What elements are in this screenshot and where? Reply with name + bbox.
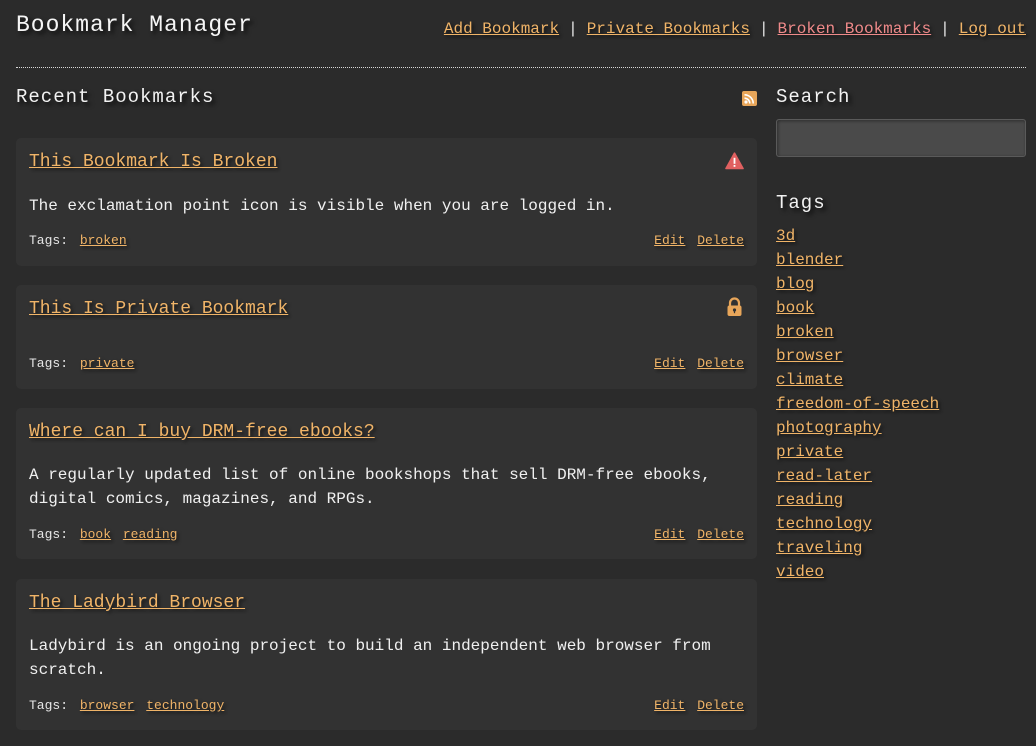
bookmark-tags: Tags: broken <box>29 233 127 248</box>
list-item: freedom-of-speech <box>776 392 939 416</box>
bookmark-actions: Edit Delete <box>650 356 744 371</box>
tags-label: Tags: <box>29 356 69 371</box>
bookmark-title-link[interactable]: The Ladybird Browser <box>29 593 245 613</box>
tag-link[interactable]: blender <box>776 251 843 269</box>
bookmark-tags: Tags: browser technology <box>29 698 224 713</box>
bookmark-card: Where can I buy DRM-free ebooks? A regul… <box>16 408 757 559</box>
tags-heading: Tags <box>776 192 826 214</box>
tag-link[interactable]: reading <box>776 491 843 509</box>
tag-link[interactable]: traveling <box>776 539 862 557</box>
tag-list: 3d blender blog book broken browser clim… <box>776 224 939 584</box>
tag-link[interactable]: browser <box>776 347 843 365</box>
list-item: blender <box>776 248 939 272</box>
list-item: photography <box>776 416 939 440</box>
bookmark-card: This Is Private Bookmark Tags: private E… <box>16 285 757 389</box>
list-item: browser <box>776 344 939 368</box>
edit-link[interactable]: Edit <box>654 233 685 248</box>
delete-link[interactable]: Delete <box>697 356 744 371</box>
add-bookmark-link[interactable]: Add Bookmark <box>444 20 559 38</box>
top-nav: Add Bookmark | Private Bookmarks | Broken Bo… <box>444 20 1026 38</box>
tag-link[interactable]: photography <box>776 419 882 437</box>
search-input[interactable] <box>776 119 1026 157</box>
bookmark-tags: Tags: book reading <box>29 527 177 542</box>
list-item: climate <box>776 368 939 392</box>
list-item: read-later <box>776 464 939 488</box>
tag-link[interactable]: read-later <box>776 467 872 485</box>
bookmark-title-link[interactable]: This Is Private Bookmark <box>29 299 288 319</box>
list-item: 3d <box>776 224 939 248</box>
tag-link[interactable]: video <box>776 563 824 581</box>
list-item: book <box>776 296 939 320</box>
list-item: technology <box>776 512 939 536</box>
lock-icon <box>725 297 744 316</box>
delete-link[interactable]: Delete <box>697 527 744 542</box>
bookmark-card: The Ladybird Browser Ladybird is an ongo… <box>16 579 757 730</box>
bookmark-title-link[interactable]: This Bookmark Is Broken <box>29 152 277 172</box>
tag-link[interactable]: blog <box>776 275 814 293</box>
delete-link[interactable]: Delete <box>697 698 744 713</box>
bookmark-title-link[interactable]: Where can I buy DRM-free ebooks? <box>29 422 375 442</box>
tag-link[interactable]: browser <box>80 698 135 713</box>
warning-icon <box>725 152 744 170</box>
tag-link[interactable]: book <box>776 299 814 317</box>
bookmark-actions: Edit Delete <box>650 527 744 542</box>
list-item: broken <box>776 320 939 344</box>
edit-link[interactable]: Edit <box>654 698 685 713</box>
logout-link[interactable]: Log out <box>959 20 1026 38</box>
tag-link[interactable]: climate <box>776 371 843 389</box>
delete-link[interactable]: Delete <box>697 233 744 248</box>
search-heading: Search <box>776 86 851 108</box>
tag-link[interactable]: private <box>776 443 843 461</box>
tags-label: Tags: <box>29 698 69 713</box>
bookmark-actions: Edit Delete <box>650 233 744 248</box>
bookmark-card: This Bookmark Is Broken The exclamation … <box>16 138 757 266</box>
bookmark-description: The exclamation point icon is visible wh… <box>29 197 615 215</box>
bookmark-description: Ladybird is an ongoing project to build … <box>29 637 711 679</box>
main-content: Recent Bookmarks <box>16 68 757 114</box>
nav-separator: | <box>568 20 578 38</box>
bookmark-tags: Tags: private <box>29 356 134 371</box>
list-item: video <box>776 560 939 584</box>
list-item: reading <box>776 488 939 512</box>
nav-separator: | <box>758 20 769 38</box>
tag-link[interactable]: broken <box>80 233 127 248</box>
broken-bookmarks-link[interactable]: Broken Bookmarks <box>778 20 932 38</box>
tag-link[interactable]: private <box>80 356 135 371</box>
edit-link[interactable]: Edit <box>654 356 685 371</box>
tag-link[interactable]: technology <box>146 698 224 713</box>
tag-link[interactable]: reading <box>123 527 178 542</box>
list-item: traveling <box>776 536 939 560</box>
bookmark-description: A regularly updated list of online books… <box>29 466 711 508</box>
nav-separator: | <box>940 20 950 38</box>
tag-link[interactable]: 3d <box>776 227 795 245</box>
sidebar: Search Tags 3d blender blog book broken … <box>776 68 1026 581</box>
tag-link[interactable]: broken <box>776 323 834 341</box>
tag-link[interactable]: technology <box>776 515 872 533</box>
site-header: Bookmark Manager Add Bookmark | Private Bo… <box>16 0 1026 68</box>
tag-link[interactable]: freedom-of-speech <box>776 395 939 413</box>
site-title: Bookmark Manager <box>16 12 253 38</box>
tag-link[interactable]: book <box>80 527 111 542</box>
bookmark-actions: Edit Delete <box>650 698 744 713</box>
private-bookmarks-link[interactable]: Private Bookmarks <box>587 20 750 38</box>
recent-bookmarks-heading: Recent Bookmarks <box>16 86 215 108</box>
list-item: blog <box>776 272 939 296</box>
tags-label: Tags: <box>29 233 69 248</box>
list-item: private <box>776 440 939 464</box>
rss-feed-icon[interactable] <box>742 91 757 106</box>
tags-label: Tags: <box>29 527 69 542</box>
edit-link[interactable]: Edit <box>654 527 685 542</box>
